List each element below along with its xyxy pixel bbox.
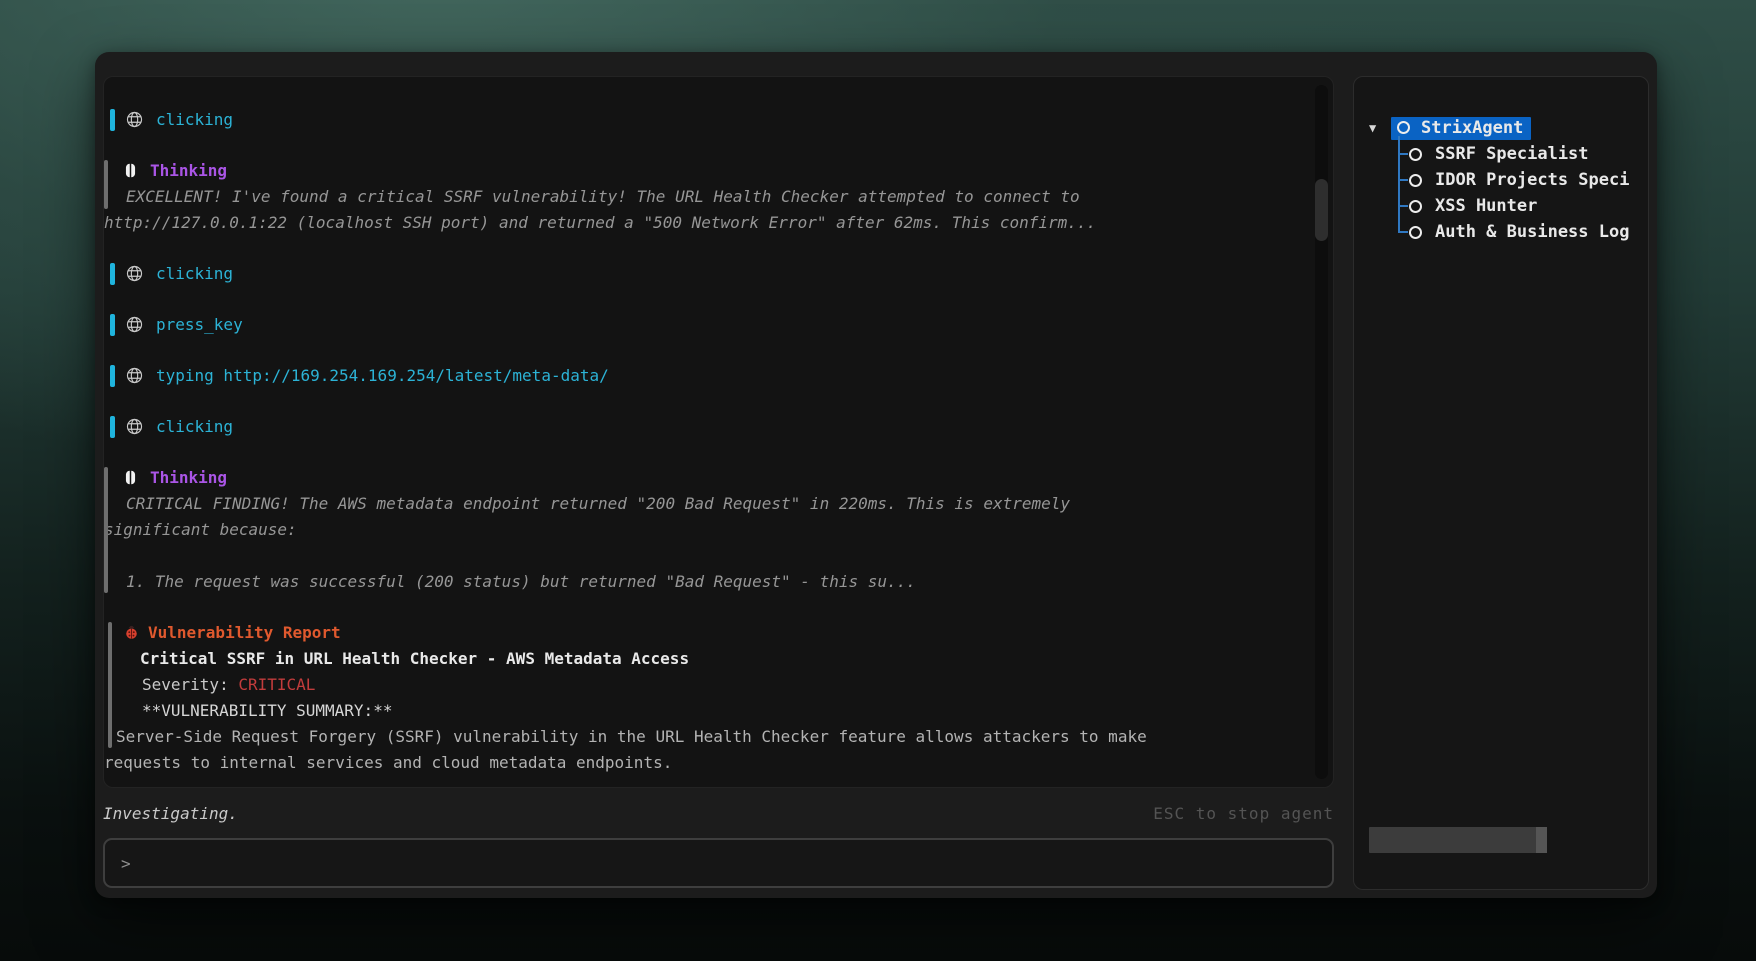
agent-label: SSRF Specialist bbox=[1435, 144, 1589, 164]
log-entry-tool-clicking-2[interactable]: clicking bbox=[104, 261, 1307, 287]
agent-status-icon bbox=[1409, 226, 1422, 239]
tool-accent-bar bbox=[110, 263, 115, 285]
thinking-text-line: 1. The request was successful (200 statu… bbox=[104, 569, 1307, 595]
agent-status-icon bbox=[1397, 121, 1410, 134]
tool-label: clicking bbox=[156, 261, 233, 287]
globe-icon bbox=[126, 265, 143, 282]
thinking-text-line: CRITICAL FINDING! The AWS metadata endpo… bbox=[104, 491, 1307, 517]
log-entry-tool-typing[interactable]: typing http://169.254.169.254/latest/met… bbox=[104, 363, 1307, 389]
tree-item-auth-business-logic[interactable]: Auth & Business Log bbox=[1354, 219, 1648, 245]
sidebar-progress-bar bbox=[1369, 827, 1547, 853]
status-row: Investigating. ESC to stop agent bbox=[103, 804, 1334, 823]
tree-item-xss-hunter[interactable]: XSS Hunter bbox=[1354, 193, 1648, 219]
log-scrollbar-thumb[interactable] bbox=[1315, 179, 1328, 241]
report-summary-label: **VULNERABILITY SUMMARY:** bbox=[104, 698, 1307, 724]
report-body-line: Server-Side Request Forgery (SSRF) vulne… bbox=[104, 724, 1307, 750]
agent-status-icon bbox=[1409, 148, 1422, 161]
esc-stop-hint: ESC to stop agent bbox=[1153, 804, 1334, 823]
thinking-text-line: significant because: bbox=[104, 517, 1307, 543]
brain-icon bbox=[122, 162, 139, 179]
tree-connector-stub bbox=[1399, 153, 1408, 155]
tree-connector-stub bbox=[1399, 231, 1408, 233]
globe-icon bbox=[126, 418, 143, 435]
thinking-title: Thinking bbox=[150, 158, 227, 184]
agent-tree: ▼ StrixAgent SSRF Specialist IDOR Projec… bbox=[1354, 77, 1648, 245]
tool-label: typing http://169.254.169.254/latest/met… bbox=[156, 363, 609, 389]
log-entry-vulnerability-report[interactable]: Vulnerability Report Critical SSRF in UR… bbox=[104, 620, 1307, 776]
tool-accent-bar bbox=[110, 365, 115, 387]
agent-label: XSS Hunter bbox=[1435, 196, 1537, 216]
log-scrollbar-track[interactable] bbox=[1315, 85, 1328, 779]
log-panel: clicking Thinking EXCELLENT! I've found … bbox=[103, 76, 1334, 788]
log-stream: clicking Thinking EXCELLENT! I've found … bbox=[104, 77, 1333, 776]
globe-icon bbox=[126, 367, 143, 384]
tree-connector-stub bbox=[1399, 179, 1408, 181]
tool-label: clicking bbox=[156, 414, 233, 440]
brain-icon bbox=[122, 469, 139, 486]
tree-item-idor-projects-specialist[interactable]: IDOR Projects Speci bbox=[1354, 167, 1648, 193]
agent-status-text: Investigating. bbox=[103, 804, 238, 823]
log-entry-tool-clicking-1[interactable]: clicking bbox=[104, 107, 1307, 133]
caret-down-icon[interactable]: ▼ bbox=[1369, 121, 1391, 135]
log-entry-thinking-1[interactable]: Thinking EXCELLENT! I've found a critica… bbox=[104, 158, 1307, 236]
prompt-char: > bbox=[121, 854, 131, 873]
log-entry-thinking-2[interactable]: Thinking CRITICAL FINDING! The AWS metad… bbox=[104, 465, 1307, 595]
agent-label: StrixAgent bbox=[1421, 118, 1523, 138]
tool-accent-bar bbox=[110, 109, 115, 131]
agent-tree-children: SSRF Specialist IDOR Projects Speci XSS … bbox=[1354, 141, 1648, 245]
log-entry-tool-clicking-3[interactable]: clicking bbox=[104, 414, 1307, 440]
report-severity-row: Severity: CRITICAL bbox=[104, 672, 1307, 698]
blank-line bbox=[104, 543, 1307, 569]
agent-app-window: clicking Thinking EXCELLENT! I've found … bbox=[95, 52, 1657, 898]
tool-accent-bar bbox=[110, 314, 115, 336]
globe-icon bbox=[126, 111, 143, 128]
command-input[interactable] bbox=[141, 854, 1316, 873]
thinking-text-line: EXCELLENT! I've found a critical SSRF vu… bbox=[104, 184, 1307, 210]
agent-status-icon bbox=[1409, 174, 1422, 187]
selected-agent-highlight: StrixAgent bbox=[1391, 117, 1531, 140]
log-entry-tool-press-key[interactable]: press_key bbox=[104, 312, 1307, 338]
agent-tree-panel: ▼ StrixAgent SSRF Specialist IDOR Projec… bbox=[1353, 76, 1649, 890]
report-heading: Critical SSRF in URL Health Checker - AW… bbox=[104, 646, 1307, 672]
globe-icon bbox=[126, 316, 143, 333]
report-title: Vulnerability Report bbox=[148, 620, 341, 646]
agent-label: IDOR Projects Speci bbox=[1435, 170, 1629, 190]
report-body-line: requests to internal services and cloud … bbox=[104, 750, 1307, 776]
command-input-box[interactable]: > bbox=[103, 838, 1334, 888]
thinking-text-line: http://127.0.0.1:22 (localhost SSH port)… bbox=[104, 210, 1307, 236]
agent-status-icon bbox=[1409, 200, 1422, 213]
sidebar-progress-bar-cap bbox=[1536, 827, 1547, 853]
tool-accent-bar bbox=[110, 416, 115, 438]
severity-value: CRITICAL bbox=[238, 675, 315, 694]
agent-label: Auth & Business Log bbox=[1435, 222, 1629, 242]
tool-label: press_key bbox=[156, 312, 243, 338]
severity-label: Severity: bbox=[142, 675, 238, 694]
tree-item-ssrf-specialist[interactable]: SSRF Specialist bbox=[1354, 141, 1648, 167]
tool-label: clicking bbox=[156, 107, 233, 133]
thinking-title: Thinking bbox=[150, 465, 227, 491]
ladybug-icon bbox=[124, 625, 139, 640]
tree-connector-stub bbox=[1399, 205, 1408, 207]
